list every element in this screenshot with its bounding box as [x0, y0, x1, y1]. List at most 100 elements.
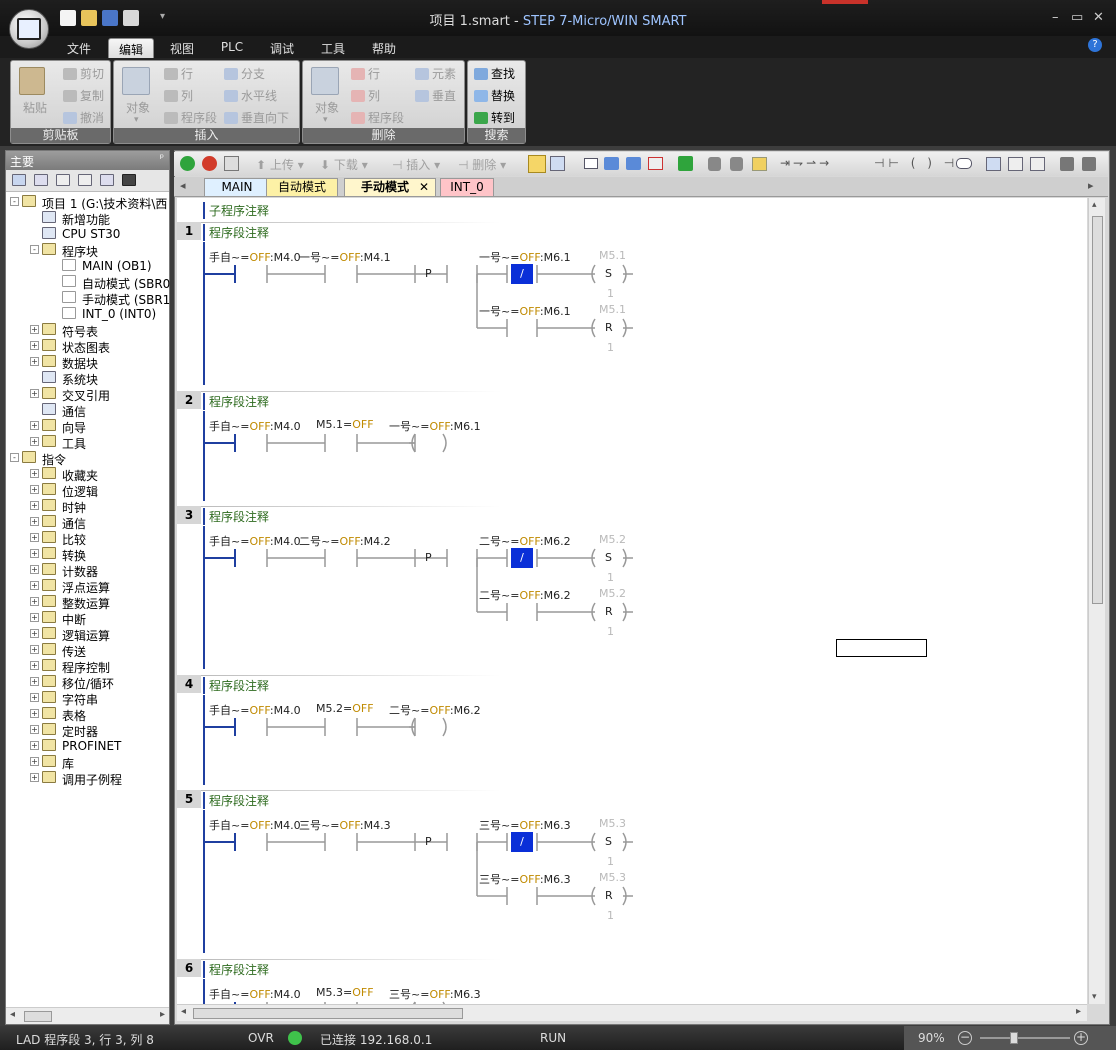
editor-hscroll[interactable]: ◂ ▸ [177, 1004, 1087, 1021]
insert-branch-button[interactable]: 分支 [224, 65, 265, 82]
prev-bookmark-icon[interactable] [604, 157, 619, 170]
expand-icon[interactable]: + [30, 613, 39, 622]
collapse-icon[interactable]: - [10, 453, 19, 462]
expand-icon[interactable]: + [30, 501, 39, 510]
system-block-icon[interactable] [78, 174, 92, 186]
tree-hscroll[interactable]: ◂ ▸ [6, 1007, 169, 1024]
data-block-icon[interactable] [56, 174, 70, 186]
tree-item[interactable]: INT_0 (INT0) [6, 306, 169, 322]
expand-icon[interactable]: + [30, 549, 39, 558]
tree-item[interactable]: + 表格 [6, 706, 169, 723]
tree-item[interactable]: + 定时器 [6, 722, 169, 739]
tree-item[interactable]: + 程序控制 [6, 658, 169, 675]
tree-item[interactable]: - 指令 [6, 450, 169, 467]
zoom-out-icon[interactable]: − [958, 1031, 972, 1045]
tree-item[interactable]: MAIN (OB1) [6, 258, 169, 274]
expand-icon[interactable]: + [30, 485, 39, 494]
download-button[interactable]: ⬇ 下载 ▾ [320, 156, 368, 173]
tree-item[interactable]: CPU ST30 [6, 226, 169, 242]
editor-vscroll[interactable]: ▴ ▾ [1088, 198, 1105, 1004]
tree-item[interactable]: + 移位/循环 [6, 674, 169, 691]
tree-item[interactable]: + 比较 [6, 530, 169, 547]
expand-icon[interactable]: + [30, 565, 39, 574]
tree-item[interactable]: + 位逻辑 [6, 482, 169, 499]
tree-item[interactable]: + 调用子例程 [6, 770, 169, 787]
expand-icon[interactable]: + [30, 677, 39, 686]
import-icon[interactable] [1060, 157, 1074, 171]
paste-button[interactable]: 粘贴 [23, 99, 47, 116]
network[interactable]: 6 程序段注释 手自~=OFF:M4.0 M5.3=OFF 三号~=OFF:M6.3 [177, 959, 1087, 1004]
tree-item[interactable]: 系统块 [6, 370, 169, 387]
stop-icon[interactable] [202, 156, 217, 171]
expand-icon[interactable]: + [30, 741, 39, 750]
network[interactable]: 5 程序段注释 手自~=OFF:M4.0 三号~=OFF:M4.3 三号~=OFF:M6… [177, 790, 1087, 955]
tree-item[interactable]: + 交叉引用 [6, 386, 169, 403]
tab-scroll-left-icon[interactable]: ◂ [180, 179, 186, 192]
expand-icon[interactable]: + [30, 389, 39, 398]
goto-icon[interactable] [678, 156, 693, 171]
expand-icon[interactable]: + [30, 709, 39, 718]
insert-column-button[interactable]: 列 [164, 87, 193, 104]
program-status-icon[interactable] [528, 155, 546, 173]
collapse-icon[interactable]: - [10, 197, 19, 206]
export-icon[interactable] [1082, 157, 1096, 171]
expand-icon[interactable]: + [30, 469, 39, 478]
tree-item[interactable]: 自动模式 (SBR0 [6, 274, 170, 291]
view-icon[interactable] [12, 174, 26, 186]
tree-item[interactable]: + 时钟 [6, 498, 169, 515]
tree-item[interactable]: + 状态图表 [6, 338, 169, 355]
cross-ref-icon[interactable] [100, 174, 114, 186]
delete-row-button[interactable]: 行 [351, 65, 380, 82]
tab-int0[interactable]: INT_0 [440, 178, 494, 196]
next-bookmark-icon[interactable] [626, 157, 641, 170]
lock-icon[interactable] [708, 157, 721, 171]
undo-button[interactable]: 撤消 [63, 109, 104, 126]
tab-edit[interactable]: 编辑 [108, 38, 154, 58]
tree-item[interactable]: + 通信 [6, 514, 169, 531]
negated-contact-selected[interactable]: / [511, 264, 533, 284]
tree-item[interactable]: + PROFINET [6, 738, 169, 754]
zoom-thumb[interactable] [1010, 1032, 1018, 1044]
tree-item[interactable]: 通信 [6, 402, 169, 419]
tree-item[interactable]: + 浮点运算 [6, 578, 169, 595]
application-menu-button[interactable] [9, 9, 49, 49]
symbol-table-icon[interactable] [34, 174, 48, 186]
communication-icon[interactable] [122, 174, 136, 186]
delete-column-button[interactable]: 列 [351, 87, 380, 104]
expand-icon[interactable]: + [30, 581, 39, 590]
network[interactable]: 3 程序段注释 手自~=OFF:M4.0 二号~=OFF:M4.2 二号~=OFF:M6… [177, 506, 1087, 671]
collapse-icon[interactable]: - [30, 245, 39, 254]
tab-view[interactable]: 视图 [161, 38, 203, 58]
vertical-down-button[interactable]: 垂直向下 [224, 109, 289, 126]
scroll-up-icon[interactable]: ▴ [1092, 200, 1097, 210]
tree-item[interactable]: + 收藏夹 [6, 466, 169, 483]
horizontal-line-button[interactable]: 水平线 [224, 87, 277, 104]
expand-icon[interactable]: + [30, 773, 39, 782]
zoom-slider[interactable] [980, 1037, 1070, 1039]
tree-item[interactable]: - 程序块 [6, 242, 169, 259]
subroutine-comment[interactable]: 子程序注释 [203, 202, 269, 219]
expand-icon[interactable]: + [30, 757, 39, 766]
delete-element-button[interactable]: 元素 [415, 65, 456, 82]
expand-icon[interactable]: + [30, 437, 39, 446]
delete-object-button[interactable]: 对象 [315, 99, 339, 116]
tree-item[interactable]: + 库 [6, 754, 169, 771]
cursor-box[interactable] [836, 639, 927, 657]
expand-icon[interactable]: + [30, 645, 39, 654]
help-icon[interactable]: ? [1088, 38, 1102, 52]
pin-icon[interactable]: ᵖ [160, 153, 164, 164]
tab-scroll-right-icon[interactable]: ▸ [1088, 179, 1094, 192]
scroll-left-icon[interactable]: ◂ [181, 1006, 186, 1017]
bookmark-icon[interactable] [584, 158, 598, 169]
tree-item[interactable]: - 项目 1 (G:\技术资料\西 [6, 194, 169, 211]
tree-item[interactable]: + 字符串 [6, 690, 169, 707]
tree-item[interactable]: 手动模式 (SBR1 [6, 290, 170, 307]
close-icon[interactable]: ✕ [1093, 10, 1104, 25]
replace-button[interactable]: 替换 [474, 87, 515, 104]
negated-contact-selected[interactable]: / [511, 832, 533, 852]
expand-icon[interactable]: + [30, 421, 39, 430]
tree-item[interactable]: + 工具 [6, 434, 169, 451]
tree-item[interactable]: + 符号表 [6, 322, 169, 339]
tree-item[interactable]: + 向导 [6, 418, 169, 435]
tree-item[interactable]: + 逻辑运算 [6, 626, 169, 643]
